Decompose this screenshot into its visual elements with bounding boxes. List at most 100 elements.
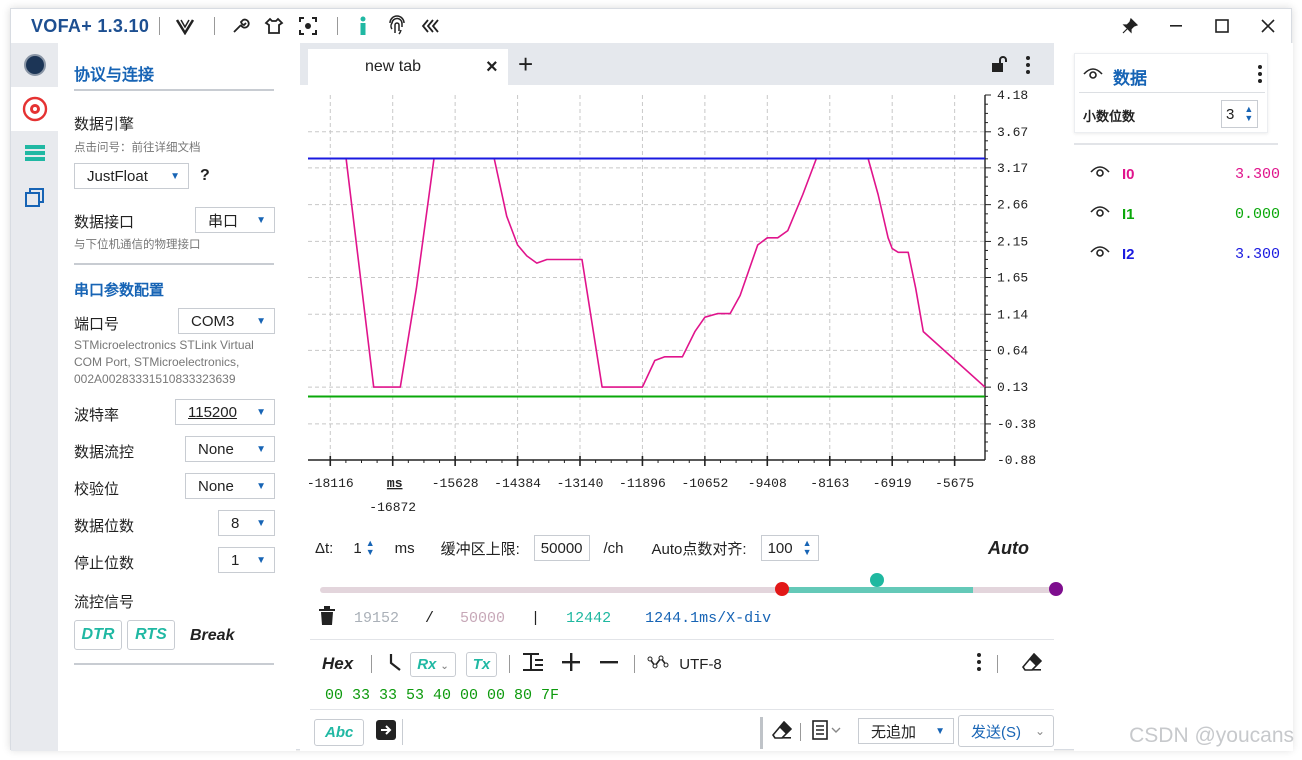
minimize-icon[interactable] [1153, 9, 1199, 43]
flow-control-select[interactable]: None ▼ [185, 436, 275, 462]
rx-toggle[interactable]: Rx ⌄ [410, 651, 456, 677]
cursor-position: 12442 [566, 609, 612, 627]
x-tick-label: -6919 [873, 476, 912, 491]
add-tab-button[interactable]: + [518, 49, 533, 80]
data-panel: 数据 小数位数 3 ▲ ▼ I0 3.300 I1 0.000 I2 3.300 [1074, 43, 1293, 751]
decimals-input[interactable]: 3 ▲ ▼ [1221, 100, 1259, 128]
send-button[interactable]: 发送(S) ⌄ [958, 715, 1054, 747]
decimals-value: 3 [1226, 105, 1235, 123]
dt-label: Δt: [315, 539, 334, 557]
document-icon[interactable] [812, 720, 842, 744]
more-vert-icon[interactable] [976, 652, 982, 676]
chevron-down-icon: ▼ [256, 443, 266, 455]
tx-toggle[interactable]: Tx [465, 651, 498, 677]
range-slider[interactable] [320, 573, 1063, 597]
x-tick-label: -18116 [307, 476, 354, 491]
waveform-plot[interactable]: 4.18 3.67 3.17 2.66 2.15 1.65 1.14 0.64 0.13 -0.3… [300, 85, 1054, 521]
spinner-icon[interactable]: ▲ ▼ [803, 539, 812, 557]
dt-input[interactable]: 1 ▲ ▼ [347, 535, 380, 561]
channel-row-i2[interactable]: I2 3.300 [1090, 242, 1280, 266]
menu-list-icon[interactable] [11, 131, 58, 175]
engine-select[interactable]: JustFloat ▼ [74, 163, 189, 189]
eye-icon[interactable] [1083, 66, 1103, 87]
auto-button[interactable]: Auto [988, 538, 1029, 559]
collapse-left-icon[interactable] [416, 11, 446, 41]
data-bits-value: 8 [231, 514, 240, 532]
shirt-icon[interactable] [259, 11, 289, 41]
spinner-icon[interactable]: ▲ ▼ [1244, 105, 1253, 123]
title-divider [159, 17, 161, 35]
close-icon[interactable] [1245, 9, 1291, 43]
trash-icon[interactable] [318, 605, 336, 631]
channel-row-i1[interactable]: I1 0.000 [1090, 202, 1280, 226]
slider-start-handle[interactable] [775, 582, 789, 596]
append-value: 无追加 [871, 723, 917, 741]
rts-button[interactable]: RTS [127, 620, 175, 650]
parity-select[interactable]: None ▼ [185, 473, 275, 499]
channel-name: I0 [1122, 165, 1135, 183]
more-vert-icon[interactable] [1025, 55, 1031, 80]
dt-unit: ms [394, 539, 415, 557]
x-tick-label: -10652 [681, 476, 728, 491]
append-select[interactable]: 无追加 ▼ [858, 718, 954, 744]
align-input[interactable]: 100 ▲ ▼ [760, 535, 819, 561]
chevron-down-icon: ▼ [935, 725, 945, 737]
engine-label: 数据引擎 [74, 116, 135, 133]
eraser-icon[interactable] [1022, 652, 1043, 675]
series-line-i0 [308, 157, 986, 388]
slider-end-handle[interactable] [1049, 582, 1063, 596]
insert-icon[interactable] [376, 720, 397, 744]
received-hex-data: 00 33 33 53 40 00 00 80 7F [325, 687, 560, 704]
zoom-out-icon[interactable] [600, 653, 619, 675]
y-tick-label: 3.17 [997, 161, 1028, 176]
text-format-icon[interactable] [522, 652, 544, 676]
unlock-icon[interactable] [990, 55, 1008, 78]
graph-nodes-icon[interactable] [647, 654, 669, 674]
activity-dot-icon[interactable] [11, 43, 58, 87]
dtr-button[interactable]: DTR [74, 620, 122, 650]
wrap-icon[interactable] [388, 652, 402, 676]
eye-icon[interactable] [1090, 164, 1110, 185]
help-button[interactable]: ? [200, 167, 210, 185]
abc-toggle[interactable]: Abc [314, 718, 365, 746]
send-input[interactable] [640, 715, 720, 749]
input-caret [402, 719, 404, 745]
info-icon[interactable] [348, 11, 378, 41]
chart-svg[interactable]: 4.18 3.67 3.17 2.66 2.15 1.65 1.14 0.64 0.13 -0.3… [300, 85, 1054, 521]
slider-mid-handle[interactable] [870, 573, 884, 587]
more-vert-icon[interactable] [1257, 64, 1263, 89]
zoom-in-icon[interactable] [562, 653, 581, 675]
channel-row-i0[interactable]: I0 3.300 [1090, 162, 1280, 186]
timing-controls: Δt: 1 ▲ ▼ ms 缓冲区上限: 50000 /ch Auto点数对齐: 1… [300, 535, 1054, 561]
wrench-icon[interactable] [225, 11, 255, 41]
chevron-down-icon: ▼ [256, 480, 266, 492]
vofa-logo-icon[interactable] [170, 11, 200, 41]
pin-icon[interactable] [1107, 9, 1153, 43]
tab-close-icon[interactable]: × [486, 56, 498, 79]
encoding-select[interactable]: UTF-8 [679, 656, 722, 673]
hex-toggle[interactable]: Hex [322, 654, 353, 674]
screenshot-icon[interactable] [293, 11, 323, 41]
interface-select[interactable]: 串口 ▼ [195, 207, 275, 233]
chevron-down-icon: ▼ [170, 170, 180, 182]
port-select[interactable]: COM3 ▼ [178, 308, 275, 334]
stop-bits-label: 停止位数 [74, 555, 135, 572]
data-bits-select[interactable]: 8 ▼ [218, 510, 275, 536]
x-tick-label: -14384 [494, 476, 541, 491]
spinner-icon[interactable]: ▲ ▼ [366, 539, 375, 557]
stop-bits-select[interactable]: 1 ▼ [218, 547, 275, 573]
flow-control-value: None [198, 440, 234, 458]
windows-icon[interactable] [11, 175, 58, 219]
maximize-icon[interactable] [1199, 9, 1245, 43]
break-button[interactable]: Break [190, 627, 234, 645]
eraser-icon[interactable] [772, 720, 793, 743]
buffer-input[interactable]: 50000 [533, 535, 590, 561]
baud-select[interactable]: 115200 ▼ [175, 399, 275, 425]
fingerprint-icon[interactable] [382, 11, 412, 41]
tab-new[interactable]: new tab × [308, 49, 508, 85]
connection-icon[interactable] [11, 87, 58, 131]
panel-title: 协议与连接 [74, 67, 155, 84]
eye-icon[interactable] [1090, 204, 1110, 225]
eye-icon[interactable] [1090, 244, 1110, 265]
interface-select-value: 串口 [208, 212, 239, 230]
